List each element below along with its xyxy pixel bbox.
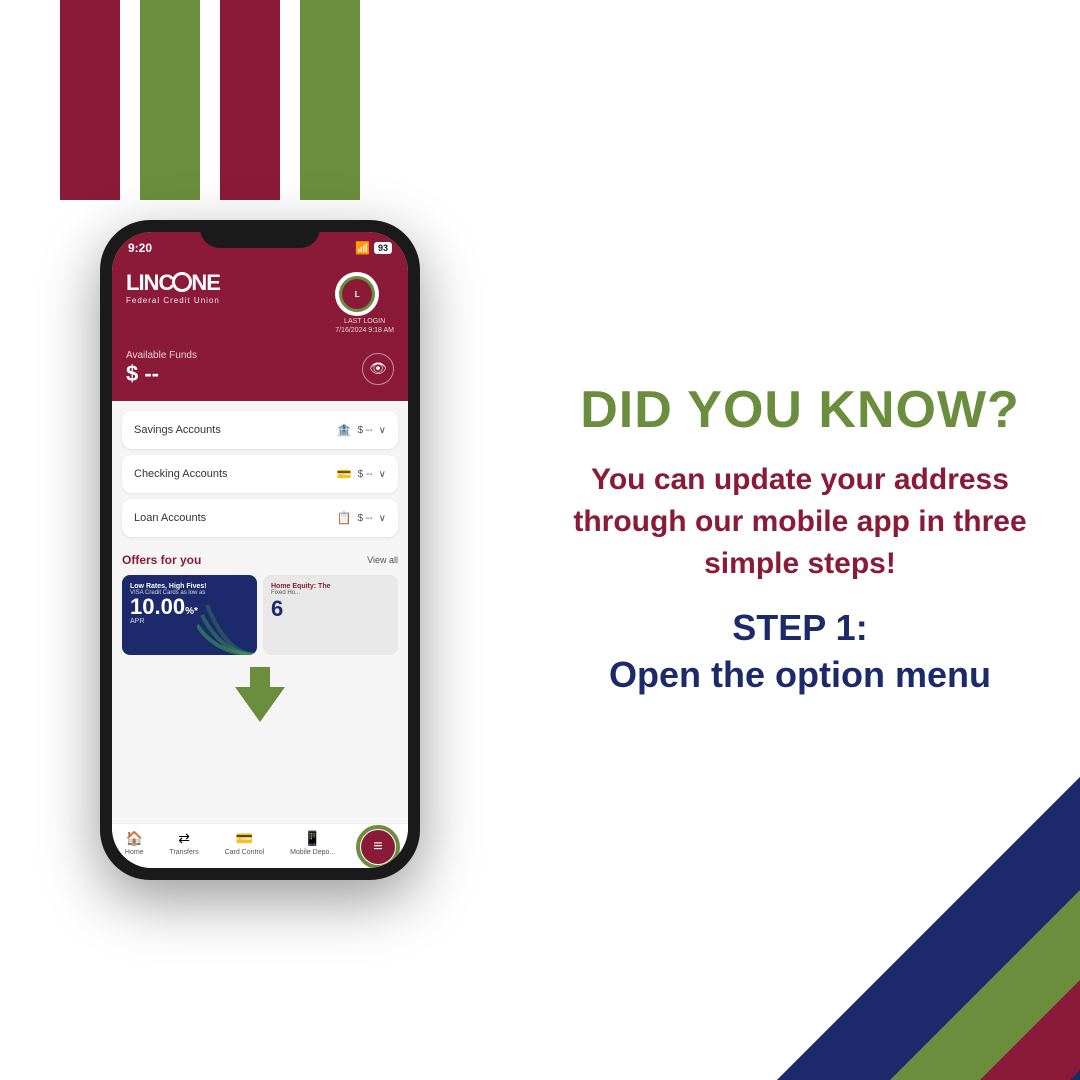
funds-amount: $ --	[126, 361, 197, 387]
bottom-nav: 🏠 Home ⇄ Transfers 💳 Card Control 📱 Mobi…	[112, 823, 408, 868]
savings-icon: 🏦	[337, 423, 352, 437]
offer-card-home-equity[interactable]: Home Equity: The Fixed Ho... 6	[263, 575, 398, 655]
last-login-label: LAST LOGIN	[335, 318, 394, 325]
checking-icon: 💳	[337, 467, 352, 481]
did-you-know-heading: DID YOU KNOW?	[580, 382, 1020, 439]
transfers-label: Transfers	[169, 849, 198, 856]
account-row-checking[interactable]: Checking Accounts 💳 $ -- ∨	[122, 455, 398, 493]
funds-section: Available Funds $ -- 👁	[112, 350, 408, 401]
offer-card-title: Low Rates, High Fives!	[130, 583, 249, 590]
main-description: You can update your address through our …	[560, 459, 1040, 585]
offer-card-2-rate: 6	[271, 596, 390, 622]
logo: LINCNE	[126, 272, 335, 294]
phone-notch	[200, 220, 320, 248]
offers-section: Offers for you View all Low Rates, High …	[112, 547, 408, 659]
logo-subtitle: Federal Credit Union	[126, 296, 335, 305]
nav-transfers[interactable]: ⇄ Transfers	[169, 830, 198, 864]
mobile-deposit-icon: 📱	[304, 830, 321, 847]
funds-label: Available Funds	[126, 350, 197, 361]
step-label: STEP 1: Open the option menu	[609, 605, 991, 699]
offers-cards: Low Rates, High Fives! VISA Credit Cards…	[122, 575, 398, 655]
left-panel: 9:20 📶 93 LINCNE Federal Credit Union	[0, 0, 520, 1080]
mobile-deposit-label: Mobile Depo...	[290, 849, 335, 856]
status-time: 9:20	[128, 241, 152, 255]
last-login-date: 7/16/2024 9:18 AM	[335, 327, 394, 334]
checking-chevron: ∨	[379, 469, 386, 480]
checking-account-right: 💳 $ -- ∨	[337, 467, 386, 481]
transfers-icon: ⇄	[178, 830, 190, 847]
battery-indicator: 93	[374, 242, 392, 254]
app-header: LINCNE Federal Credit Union L LAST LOGIN…	[112, 264, 408, 350]
checking-amount: $ --	[358, 469, 373, 480]
accounts-list: Savings Accounts 🏦 $ -- ∨ Checking Accou…	[112, 401, 408, 547]
funds-info: Available Funds $ --	[126, 350, 197, 387]
loan-account-right: 📋 $ -- ∨	[337, 511, 386, 525]
loan-icon: 📋	[337, 511, 352, 525]
savings-account-right: 🏦 $ -- ∨	[337, 423, 386, 437]
nav-card-control[interactable]: 💳 Card Control	[225, 830, 265, 864]
nav-mobile-deposit[interactable]: 📱 Mobile Depo...	[290, 830, 335, 864]
savings-chevron: ∨	[379, 425, 386, 436]
savings-account-label: Savings Accounts	[134, 424, 221, 436]
eye-button[interactable]: 👁	[362, 353, 394, 385]
menu-highlight-ring	[356, 825, 400, 868]
menu-button-area: ≡	[361, 830, 395, 864]
avatar-logo: L	[355, 290, 360, 299]
avatar-inner: L	[339, 276, 375, 312]
arrow-indicator-area	[112, 659, 408, 731]
phone-mockup: 9:20 📶 93 LINCNE Federal Credit Union	[100, 220, 420, 880]
rainbow-decoration	[197, 595, 257, 655]
loan-amount: $ --	[358, 513, 373, 524]
offers-header: Offers for you View all	[122, 553, 398, 567]
view-all-link[interactable]: View all	[367, 555, 398, 565]
avatar: L	[335, 272, 379, 316]
loan-chevron: ∨	[379, 513, 386, 524]
wifi-icon: 📶	[355, 241, 370, 255]
offer-card-main: Low Rates, High Fives! VISA Credit Cards…	[122, 575, 257, 655]
home-label: Home	[125, 849, 144, 856]
savings-amount: $ --	[358, 425, 373, 436]
nav-home[interactable]: 🏠 Home	[125, 830, 144, 864]
logo-area: LINCNE Federal Credit Union	[126, 272, 335, 305]
right-panel: DID YOU KNOW? You can update your addres…	[520, 0, 1080, 1080]
account-row-savings[interactable]: Savings Accounts 🏦 $ -- ∨	[122, 411, 398, 449]
card-control-label: Card Control	[225, 849, 265, 856]
avatar-area: L LAST LOGIN 7/16/2024 9:18 AM	[335, 272, 394, 334]
status-right: 📶 93	[355, 241, 392, 255]
offer-card-visa[interactable]: Low Rates, High Fives! VISA Credit Cards…	[122, 575, 257, 655]
loan-account-label: Loan Accounts	[134, 512, 206, 524]
offer-card-2-title: Home Equity: The	[271, 583, 390, 590]
offer-card-2-content: Home Equity: The Fixed Ho... 6	[263, 575, 398, 655]
checking-account-label: Checking Accounts	[134, 468, 228, 480]
home-icon: 🏠	[126, 830, 143, 847]
phone-screen: 9:20 📶 93 LINCNE Federal Credit Union	[112, 232, 408, 868]
offers-title: Offers for you	[122, 553, 201, 567]
card-control-icon: 💳	[236, 830, 253, 847]
account-row-loan[interactable]: Loan Accounts 📋 $ -- ∨	[122, 499, 398, 537]
arrow-down-icon	[235, 667, 285, 727]
